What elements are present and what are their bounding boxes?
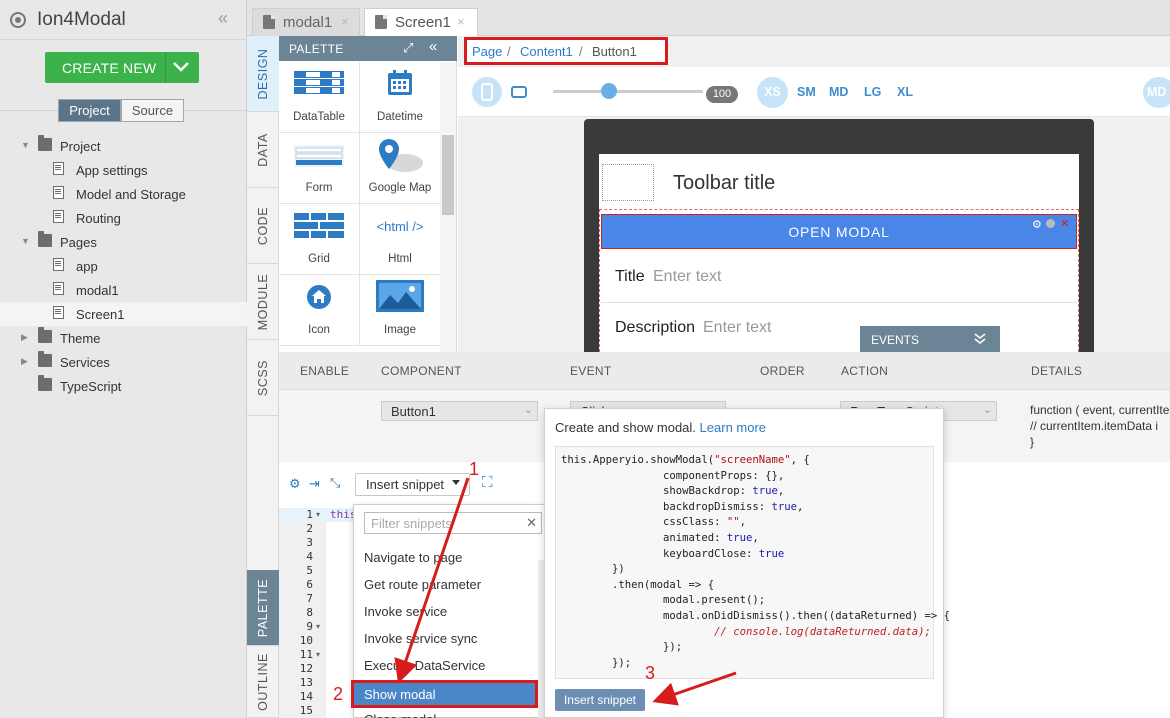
annotation-arrows [394,477,737,706]
annotation-number-3: 3 [645,663,656,683]
annotation-number-2: 2 [333,684,344,704]
arrow-3 [652,671,737,706]
arrow-1 [394,477,470,684]
annotation-number-1: 1 [469,459,480,479]
